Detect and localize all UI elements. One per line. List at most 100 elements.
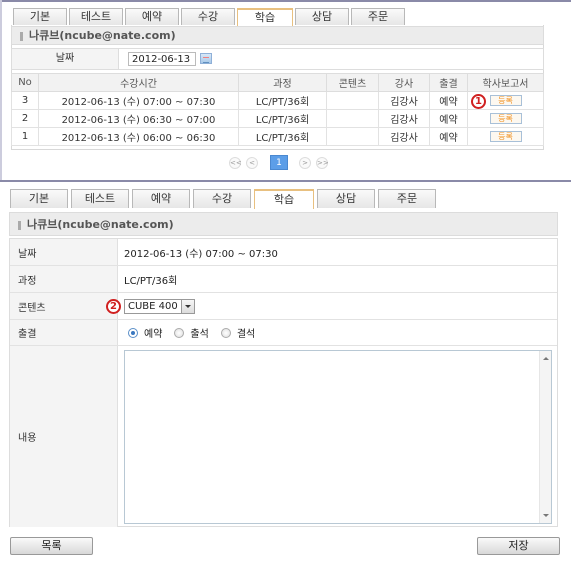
cell-attendance: 예약 xyxy=(429,91,468,110)
list-panel: 기본 테스트 예약 수강 학습 상담 주문 나큐브(ncube@nate.com… xyxy=(0,0,571,180)
first-page-button[interactable]: << xyxy=(229,156,242,169)
col-header-report: 학사보고서 xyxy=(467,73,544,92)
form-row-course: 과정 LC/PT/36회 xyxy=(10,266,557,293)
section-title: 나큐브(ncube@nate.com) xyxy=(27,218,174,231)
cell-content xyxy=(326,109,379,128)
last-page-button[interactable]: >> xyxy=(316,156,329,169)
register-report-button[interactable]: 등록 xyxy=(489,112,522,124)
table-row[interactable]: 2 2012-06-13 (수) 06:30 ~ 07:00 LC/PT/36회… xyxy=(11,109,544,128)
prev-page-button[interactable]: < xyxy=(246,156,258,169)
header-bar-icon xyxy=(20,31,23,41)
col-header-attendance: 출결 xyxy=(429,73,468,92)
current-page[interactable]: 1 xyxy=(270,155,288,170)
radio-present[interactable]: 출석 xyxy=(174,325,209,340)
radio-button-icon[interactable] xyxy=(128,327,138,338)
scroll-down-icon[interactable] xyxy=(543,514,549,517)
form-row-notes: 내용 xyxy=(10,346,557,527)
tab-consult[interactable]: 상담 xyxy=(295,8,349,25)
cell-content xyxy=(326,91,379,110)
radio-label: 결석 xyxy=(236,329,256,340)
col-header-time: 수강시간 xyxy=(38,73,239,92)
tab-study[interactable]: 학습 xyxy=(254,189,314,209)
date-label: 날짜 xyxy=(10,239,118,265)
calendar-icon[interactable] xyxy=(200,53,212,64)
tab-course[interactable]: 수강 xyxy=(181,8,235,25)
col-header-content: 콘텐츠 xyxy=(326,73,379,92)
cell-no: 3 xyxy=(11,91,39,110)
cell-report: 등록 xyxy=(467,109,544,128)
section-title: 나큐브(ncube@nate.com) xyxy=(29,29,176,42)
cell-course: LC/PT/36회 xyxy=(238,109,327,128)
cell-teacher: 김강사 xyxy=(378,127,430,146)
attendance-radio-group: 예약 출석 결석 xyxy=(128,320,267,345)
study-detail-form: 날짜 2012-06-13 (수) 07:00 ~ 07:30 과정 LC/PT… xyxy=(9,238,558,527)
tab-study[interactable]: 학습 xyxy=(237,8,293,26)
form-row-content: 콘텐츠 2 CUBE 400 xyxy=(10,293,557,320)
content-select[interactable]: CUBE 400 xyxy=(124,298,195,314)
panel-divider xyxy=(0,180,571,182)
cell-time: 2012-06-13 (수) 07:00 ~ 07:30 xyxy=(38,91,239,110)
pagination: << < 1 > >> xyxy=(229,155,333,170)
cell-attendance: 예약 xyxy=(429,127,468,146)
content-label: 콘텐츠 xyxy=(10,293,118,319)
notes-textarea[interactable] xyxy=(124,350,552,524)
cell-content xyxy=(326,127,379,146)
form-row-date: 날짜 2012-06-13 (수) 07:00 ~ 07:30 xyxy=(10,239,557,266)
tab-order[interactable]: 주문 xyxy=(351,8,405,25)
cell-course: LC/PT/36회 xyxy=(238,91,327,110)
radio-button-icon[interactable] xyxy=(174,327,185,338)
date-value: 2012-06-13 (수) 07:00 ~ 07:30 xyxy=(124,248,278,260)
table-row[interactable]: 1 2012-06-13 (수) 06:00 ~ 06:30 LC/PT/36회… xyxy=(11,127,544,146)
radio-button-icon[interactable] xyxy=(220,327,231,338)
radio-reserved[interactable]: 예약 xyxy=(128,325,162,340)
radio-label: 예약 xyxy=(144,329,163,340)
radio-label: 출석 xyxy=(190,329,209,340)
list-button[interactable]: 목록 xyxy=(10,537,93,555)
register-report-button[interactable]: 등록 xyxy=(489,130,522,142)
col-header-no: No xyxy=(11,73,39,92)
tab-order[interactable]: 주문 xyxy=(378,189,436,208)
tab-reservation[interactable]: 예약 xyxy=(132,189,190,208)
tab-bar-list: 기본 테스트 예약 수강 학습 상담 주문 xyxy=(13,8,407,26)
notes-label: 내용 xyxy=(10,346,118,527)
cell-teacher: 김강사 xyxy=(378,91,430,110)
date-filter-row: 날짜 xyxy=(11,48,544,70)
next-page-button[interactable]: > xyxy=(299,156,311,169)
section-header: 나큐브(ncube@nate.com) xyxy=(9,212,558,236)
date-input[interactable] xyxy=(128,52,196,66)
col-header-course: 과정 xyxy=(238,73,327,92)
cell-course: LC/PT/36회 xyxy=(238,127,327,146)
tab-course[interactable]: 수강 xyxy=(193,189,251,208)
cell-time: 2012-06-13 (수) 06:30 ~ 07:00 xyxy=(38,109,239,128)
cell-time: 2012-06-13 (수) 06:00 ~ 06:30 xyxy=(38,127,239,146)
table-header-row: No 수강시간 과정 콘텐츠 강사 출결 학사보고서 xyxy=(11,73,544,92)
scrollbar[interactable] xyxy=(539,351,551,523)
attendance-label: 출결 xyxy=(10,320,118,345)
cell-attendance: 예약 xyxy=(429,109,468,128)
cell-teacher: 김강사 xyxy=(378,109,430,128)
form-row-attendance: 출결 예약 출석 결석 xyxy=(10,320,557,346)
header-bar-icon xyxy=(18,220,21,230)
cell-no: 1 xyxy=(11,127,39,146)
radio-absent[interactable]: 결석 xyxy=(220,325,256,340)
date-label: 날짜 xyxy=(12,49,119,69)
col-header-teacher: 강사 xyxy=(378,73,430,92)
course-value: LC/PT/36회 xyxy=(124,275,178,287)
content-value: 2 CUBE 400 xyxy=(106,293,195,319)
register-report-button[interactable]: 등록 xyxy=(489,94,522,106)
content-select-value: CUBE 400 xyxy=(128,300,178,312)
table-row[interactable]: 3 2012-06-13 (수) 07:00 ~ 07:30 LC/PT/36회… xyxy=(11,91,544,110)
study-table: No 수강시간 과정 콘텐츠 강사 출결 학사보고서 3 2012-06-13 … xyxy=(11,73,544,146)
tab-basic[interactable]: 기본 xyxy=(13,8,67,25)
tab-test[interactable]: 테스트 xyxy=(71,189,129,208)
cell-no: 2 xyxy=(11,109,39,128)
chevron-down-icon[interactable] xyxy=(180,299,194,313)
tab-test[interactable]: 테스트 xyxy=(69,8,123,25)
save-button[interactable]: 저장 xyxy=(477,537,560,555)
scroll-up-icon[interactable] xyxy=(543,357,549,360)
tab-basic[interactable]: 기본 xyxy=(10,189,68,208)
tab-reservation[interactable]: 예약 xyxy=(125,8,179,25)
tab-bar-detail: 기본 테스트 예약 수강 학습 상담 주문 xyxy=(10,189,439,209)
annotation-marker-1: 1 xyxy=(471,94,486,109)
tab-consult[interactable]: 상담 xyxy=(317,189,375,208)
